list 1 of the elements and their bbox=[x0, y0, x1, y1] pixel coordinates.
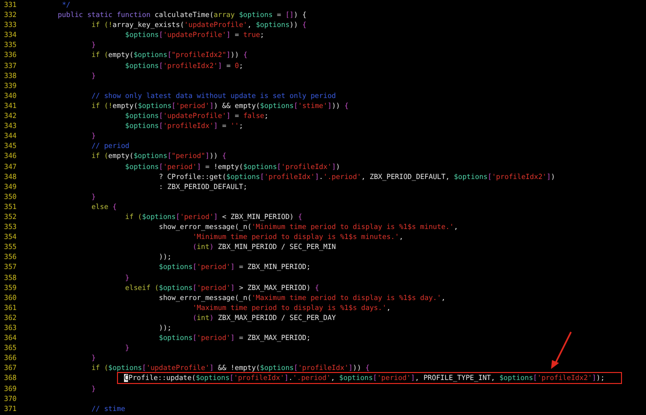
annotation-arrow bbox=[548, 330, 574, 370]
